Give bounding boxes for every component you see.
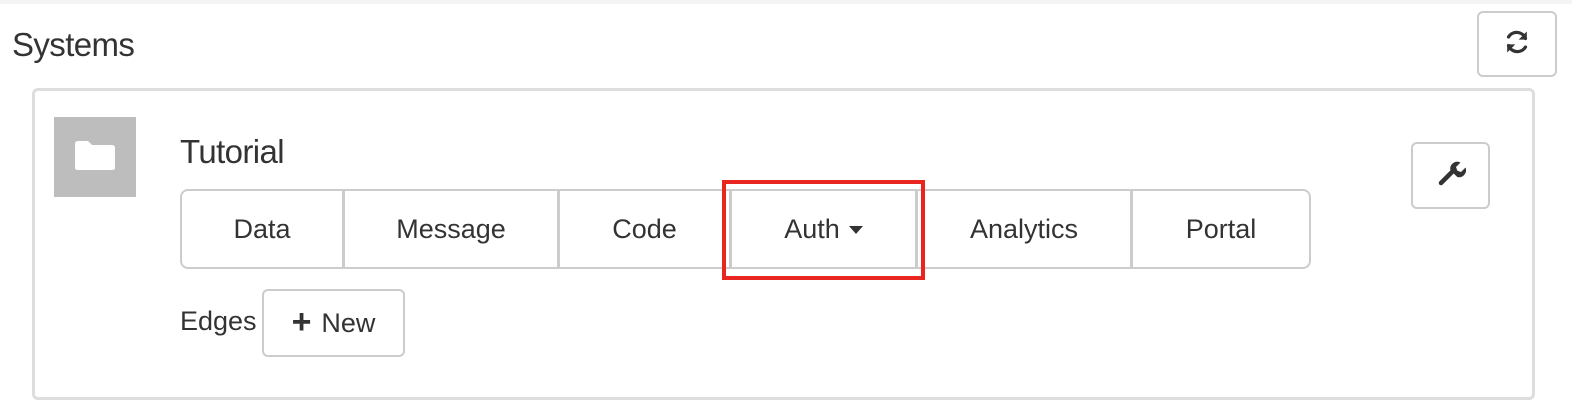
plus-icon: + <box>291 303 312 341</box>
folder-icon <box>73 138 117 177</box>
new-edge-button[interactable]: + New <box>262 289 405 357</box>
tab-data[interactable]: Data <box>182 191 345 267</box>
caret-down-icon <box>848 226 863 234</box>
system-thumbnail <box>54 117 136 197</box>
tab-auth-label: Auth <box>784 213 840 244</box>
new-edge-label: New <box>321 307 376 338</box>
tab-portal[interactable]: Portal <box>1133 191 1309 267</box>
tab-message[interactable]: Message <box>345 191 560 267</box>
refresh-icon <box>1503 28 1531 61</box>
refresh-button[interactable] <box>1477 11 1557 77</box>
system-name: Tutorial <box>180 133 285 170</box>
wrench-icon <box>1436 158 1466 193</box>
tab-code[interactable]: Code <box>560 191 732 267</box>
system-settings-button[interactable] <box>1411 142 1490 209</box>
page-title: Systems <box>12 26 135 63</box>
tab-analytics[interactable]: Analytics <box>918 191 1133 267</box>
edges-label: Edges <box>180 306 257 336</box>
system-tabs: Data Message Code Auth Analytics Portal <box>180 189 1311 269</box>
top-divider <box>0 0 1572 4</box>
tab-auth-dropdown[interactable]: Auth <box>732 191 918 267</box>
